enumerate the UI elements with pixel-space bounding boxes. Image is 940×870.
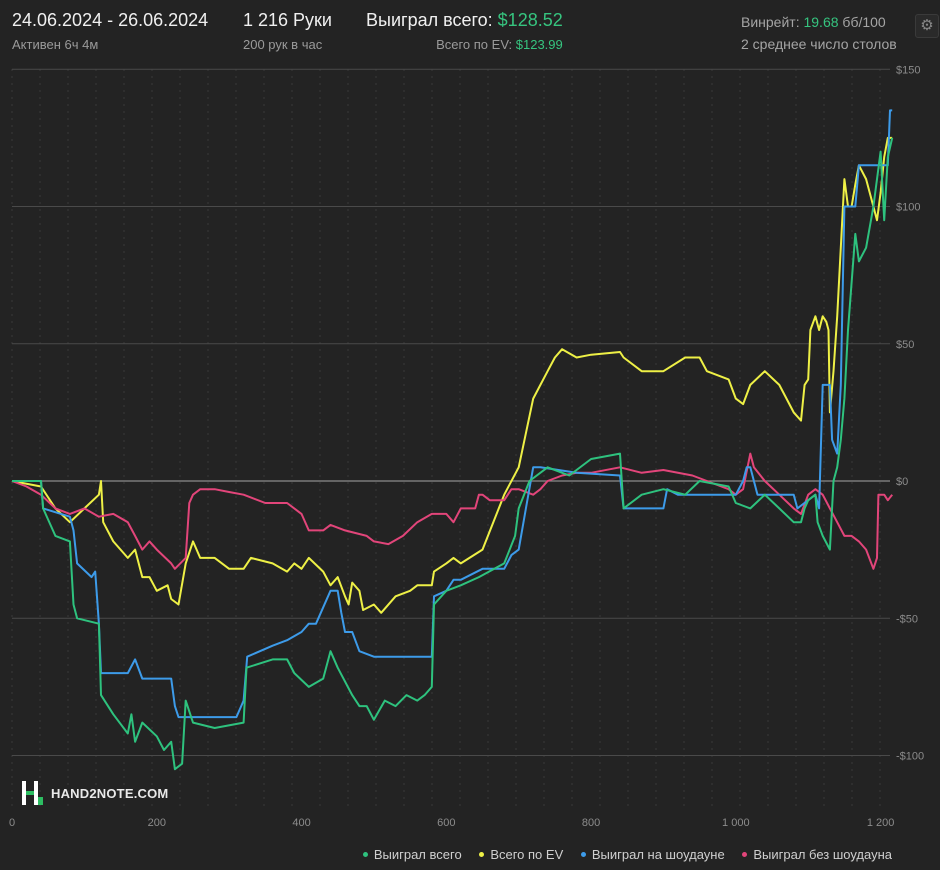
x-tick-label: 400: [292, 817, 310, 829]
legend-dot: [479, 852, 485, 858]
series-line-showdown: [12, 109, 893, 719]
y-tick-label: $0: [896, 476, 908, 488]
legend-dot: [362, 852, 368, 858]
logo-text: HAND2NOTE.COM: [51, 785, 169, 801]
chart-series: [11, 109, 894, 771]
y-tick-label: -$100: [896, 751, 924, 763]
legend-item-ev[interactable]: Всего по EV: [479, 847, 563, 862]
x-tick-label: 200: [148, 817, 166, 829]
legend-label: Выиграл на шоудауне: [591, 847, 725, 862]
hand2note-logo: HAND2NOTE.COM: [22, 781, 168, 805]
x-tick-label: 0: [9, 817, 15, 829]
logo-icon: [22, 781, 44, 805]
legend-dot: [742, 852, 748, 858]
chart-legend: Выиграл всего Всего по EV Выиграл на шоу…: [349, 847, 892, 862]
y-tick-label: -$50: [896, 613, 918, 625]
legend-label: Выиграл без шоудауна: [753, 847, 892, 862]
legend-item-showdown[interactable]: Выиграл на шоудауне: [580, 847, 725, 862]
legend-dot: [580, 852, 586, 858]
legend-label: Выиграл всего: [373, 847, 462, 862]
x-tick-label: 800: [582, 817, 600, 829]
y-tick-label: $100: [896, 202, 920, 214]
x-tick-label: 1 200: [867, 817, 895, 829]
legend-label: Всего по EV: [490, 847, 564, 862]
y-tick-label: $50: [896, 339, 914, 351]
x-tick-label: 600: [437, 817, 455, 829]
chart-axes: $150$100$50$0-$50-$1000 200 400 600 800 1 000…: [9, 64, 924, 829]
legend-item-nonshowdown[interactable]: Выиграл без шоудауна: [742, 847, 892, 862]
profit-chart: $150$100$50$0-$50-$1000 200 400 600 800 1 000…: [9, 64, 924, 829]
chart-grid: [11, 68, 890, 808]
series-line-ev: [11, 136, 893, 614]
y-tick-label: $150: [896, 64, 920, 76]
series-line-won: [12, 137, 894, 771]
x-tick-label: 1 000: [722, 817, 750, 829]
series-line-nonshowdown: [11, 452, 893, 570]
legend-item-won[interactable]: Выиграл всего: [362, 847, 462, 862]
